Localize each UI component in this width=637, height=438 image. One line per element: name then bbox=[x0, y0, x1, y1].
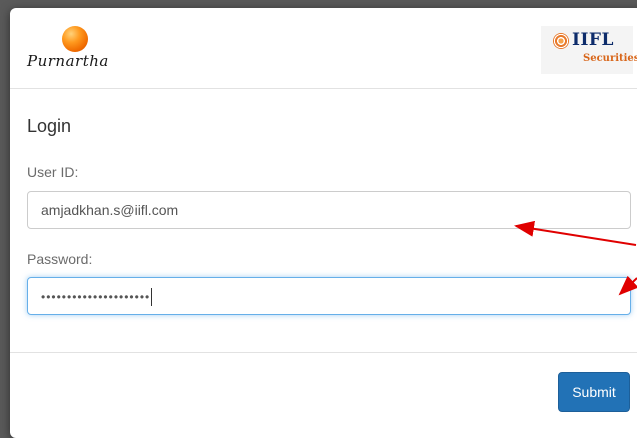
partner-emblem-icon bbox=[553, 33, 569, 49]
brand-name: Purnartha bbox=[27, 52, 109, 70]
login-dialog: Purnartha IIFL Securities Login User ID:… bbox=[10, 8, 637, 438]
partner-logo: IIFL Securities bbox=[541, 26, 637, 74]
user-id-label: User ID: bbox=[27, 164, 79, 180]
footer-divider bbox=[10, 352, 637, 353]
password-label: Password: bbox=[27, 251, 93, 267]
password-input[interactable]: ••••••••••••••••••••• bbox=[27, 277, 631, 315]
partner-name: IIFL bbox=[572, 30, 614, 50]
user-id-input[interactable]: amjadkhan.s@iifl.com bbox=[27, 191, 631, 229]
user-id-value: amjadkhan.s@iifl.com bbox=[41, 202, 179, 218]
brand-logo-icon bbox=[62, 26, 88, 52]
password-masked-value: ••••••••••••••••••••• bbox=[41, 290, 151, 304]
submit-button[interactable]: Submit bbox=[558, 372, 630, 412]
dialog-title: Login bbox=[27, 116, 72, 136]
text-caret bbox=[151, 288, 153, 307]
partner-subtitle: Securities bbox=[583, 53, 637, 64]
dialog-header: Purnartha IIFL Securities bbox=[10, 8, 637, 89]
